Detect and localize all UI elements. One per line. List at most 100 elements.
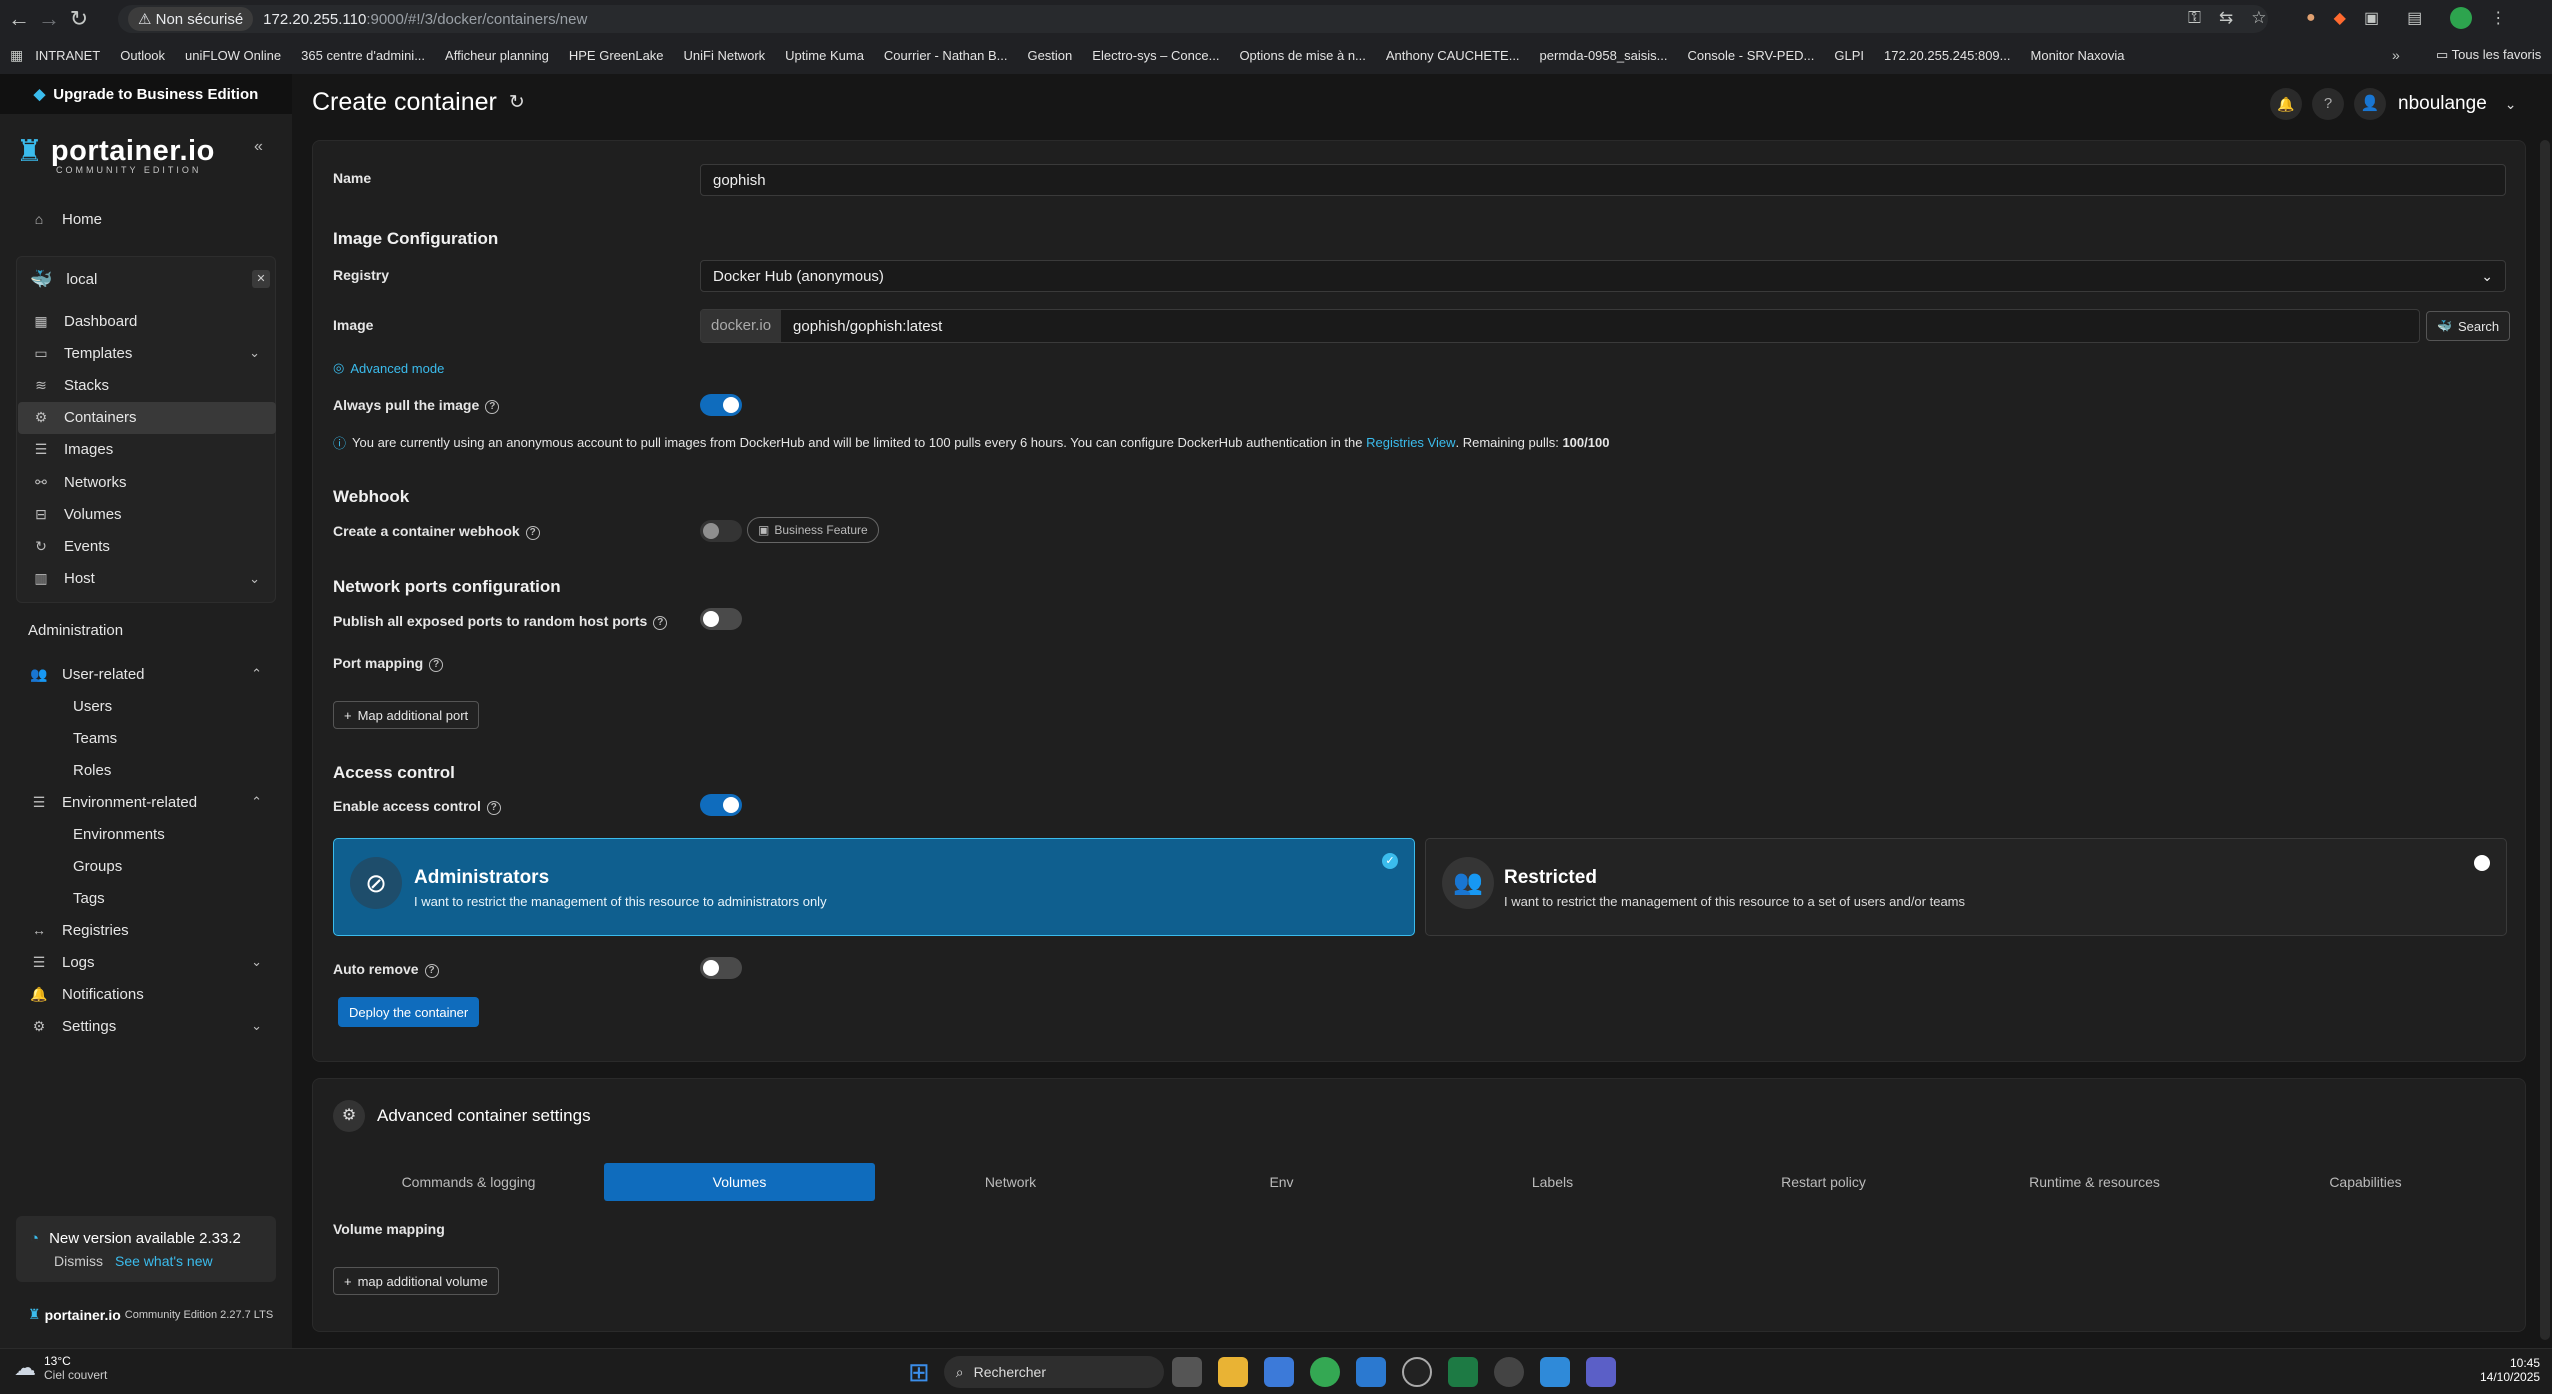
extension-icon[interactable]: ● — [2306, 9, 2316, 27]
user-avatar-icon[interactable]: 👤 — [2354, 88, 2386, 120]
upgrade-banner[interactable]: ◆ Upgrade to Business Edition — [0, 74, 292, 114]
image-input[interactable]: gophish/gophish:latest — [793, 318, 942, 335]
menu-icon[interactable]: ⋮ — [2490, 8, 2506, 28]
file-explorer-icon[interactable] — [1217, 1357, 1248, 1387]
sidebar-item-notifications[interactable]: 🔔 Notifications — [16, 979, 276, 1009]
always-pull-toggle[interactable] — [700, 394, 742, 416]
bookmark-item[interactable]: Afficheur planning — [445, 48, 549, 63]
sidebar-item-events[interactable]: ↻ Events — [18, 531, 274, 561]
map-additional-port-button[interactable]: + Map additional port — [333, 701, 480, 729]
refresh-icon[interactable]: ↻ — [509, 91, 525, 114]
star-icon[interactable]: ☆ — [2251, 8, 2266, 28]
sidebar-item-registries[interactable]: ↔ Registries — [16, 915, 276, 945]
sidebar-item-tags[interactable]: Tags — [16, 883, 276, 913]
help-icon[interactable]: ? — [424, 964, 439, 978]
bookmark-item[interactable]: uniFLOW Online — [185, 48, 281, 63]
sidebar-item-user-related[interactable]: 👥 User-related ⌃ — [16, 659, 276, 689]
notifications-bell-icon[interactable]: 🔔 — [2270, 88, 2302, 120]
close-environment-icon[interactable]: ✕ — [252, 270, 270, 288]
security-badge[interactable]: ⚠ Non sécurisé — [128, 7, 254, 31]
sidebar-item-networks[interactable]: ⚯ Networks — [18, 467, 274, 497]
name-input[interactable]: gophish — [700, 164, 2506, 196]
all-bookmarks[interactable]: ▭ Tous les favoris — [2436, 47, 2541, 63]
bookmark-item[interactable]: Outlook — [120, 48, 165, 63]
reload-icon[interactable]: ↻ — [64, 6, 94, 32]
sidebar-item-roles[interactable]: Roles — [16, 755, 276, 785]
system-clock[interactable]: 10:45 14/10/2025 — [2480, 1356, 2540, 1384]
more-bookmarks-icon[interactable]: » — [2392, 47, 2400, 63]
task-view-icon[interactable] — [1171, 1357, 1202, 1387]
map-additional-volume-button[interactable]: + map additional volume — [333, 1267, 499, 1295]
sidebar-item-templates[interactable]: ▭ Templates ⌄ — [18, 338, 274, 368]
translate-icon[interactable]: ⇆ — [2219, 8, 2233, 28]
profile-avatar[interactable] — [2450, 7, 2473, 29]
sidebar-item-users[interactable]: Users — [16, 691, 276, 721]
sidebar-item-settings[interactable]: ⚙ Settings ⌄ — [16, 1011, 276, 1041]
remote-desktop-icon[interactable] — [1355, 1357, 1386, 1387]
radio-icon[interactable] — [2474, 855, 2490, 871]
chatgpt-icon[interactable] — [1493, 1357, 1524, 1387]
user-name[interactable]: nboulange — [2398, 93, 2487, 115]
sidebar-item-images[interactable]: ☰ Images — [18, 435, 274, 465]
address-bar[interactable]: ⚠ Non sécurisé 172.20.255.110:9000/#!/3/… — [118, 5, 2268, 33]
tab-restart-policy[interactable]: Restart policy — [1688, 1163, 1959, 1201]
bookmark-item[interactable]: Courrier - Nathan B... — [884, 48, 1008, 63]
bookmark-item[interactable]: Uptime Kuma — [785, 48, 864, 63]
auto-remove-toggle[interactable] — [700, 957, 742, 979]
sidebar-item-environments[interactable]: Environments — [16, 819, 276, 849]
tab-capabilities[interactable]: Capabilities — [2230, 1163, 2501, 1201]
bookmark-item[interactable]: 365 centre d'admini... — [301, 48, 425, 63]
bookmark-item[interactable]: permda-0958_saisis... — [1540, 48, 1668, 63]
help-icon[interactable]: ? — [429, 658, 444, 672]
tab-network[interactable]: Network — [875, 1163, 1146, 1201]
key-icon[interactable]: ⚿ — [2188, 8, 2201, 28]
sidebar-item-logs[interactable]: ☰ Logs ⌄ — [16, 947, 276, 977]
registries-view-link[interactable]: Registries View — [1366, 435, 1455, 450]
sidebar-item-volumes[interactable]: ⊟ Volumes — [18, 499, 274, 529]
bookmark-item[interactable]: Monitor Naxovia — [2031, 48, 2125, 63]
sidebar-item-groups[interactable]: Groups — [16, 851, 276, 881]
bookmark-item[interactable]: UniFi Network — [684, 48, 766, 63]
bookmark-item[interactable]: INTRANET — [35, 48, 100, 63]
bookmark-item[interactable]: Anthony CAUCHETE... — [1386, 48, 1520, 63]
back-icon[interactable]: ← — [4, 6, 34, 32]
weather-widget[interactable]: ☁ 13°C Ciel couvert — [14, 1354, 107, 1382]
bookmark-item[interactable]: Console - SRV-PED... — [1687, 48, 1814, 63]
chrome-icon[interactable] — [1309, 1357, 1340, 1387]
registry-select[interactable]: Docker Hub (anonymous) ⌄ — [700, 260, 2506, 292]
sidebar-item-teams[interactable]: Teams — [16, 723, 276, 753]
app-icon[interactable] — [1401, 1357, 1432, 1387]
help-icon[interactable]: ? — [486, 801, 501, 815]
tab-volumes[interactable]: Volumes — [604, 1163, 875, 1201]
tab-runtime-resources[interactable]: Runtime & resources — [1959, 1163, 2230, 1201]
apps-icon[interactable]: ▦ — [10, 47, 23, 64]
tab-commands-logging[interactable]: Commands & logging — [333, 1163, 604, 1201]
sidepanel-icon[interactable]: ▤ — [2407, 8, 2422, 28]
help-icon[interactable]: ? — [653, 616, 668, 630]
portainer-logo[interactable]: ♜ portainer.io COMMUNITY EDITION — [16, 134, 215, 175]
help-icon[interactable]: ? — [485, 400, 500, 414]
sidebar-item-stacks[interactable]: ≋ Stacks — [18, 370, 274, 400]
sidebar-item-containers[interactable]: ⚙ Containers — [18, 403, 274, 433]
extension-icon[interactable]: ◆ — [2334, 8, 2346, 28]
taskbar-search[interactable]: ⌕ Rechercher — [943, 1356, 1164, 1388]
bookmark-item[interactable]: GLPI — [1834, 48, 1864, 63]
bookmark-item[interactable]: 172.20.255.245:809... — [1884, 48, 2011, 63]
access-control-toggle[interactable] — [700, 794, 742, 816]
environment-header[interactable]: 🐳 local ✕ — [30, 264, 270, 294]
chevron-down-icon[interactable]: ⌄ — [2505, 96, 2517, 113]
bookmark-item[interactable]: Gestion — [1027, 48, 1072, 63]
excel-icon[interactable] — [1447, 1357, 1478, 1387]
teams-icon[interactable] — [1585, 1357, 1616, 1387]
sidebar-item-dashboard[interactable]: ▦ Dashboard — [18, 306, 274, 336]
puzzle-icon[interactable]: ▣ — [2364, 8, 2379, 28]
search-image-button[interactable]: 🐳 Search — [2426, 311, 2511, 341]
bookmark-item[interactable]: HPE GreenLake — [569, 48, 664, 63]
collapse-sidebar-icon[interactable]: « — [254, 138, 263, 156]
deploy-container-button[interactable]: Deploy the container — [338, 997, 480, 1027]
sidebar-item-environment-related[interactable]: ☰ Environment-related ⌃ — [16, 787, 276, 817]
bookmark-item[interactable]: Electro-sys – Conce... — [1092, 48, 1219, 63]
advanced-mode-link[interactable]: ◎ Advanced mode — [333, 360, 444, 376]
tab-labels[interactable]: Labels — [1417, 1163, 1688, 1201]
publish-ports-toggle[interactable] — [700, 608, 742, 630]
